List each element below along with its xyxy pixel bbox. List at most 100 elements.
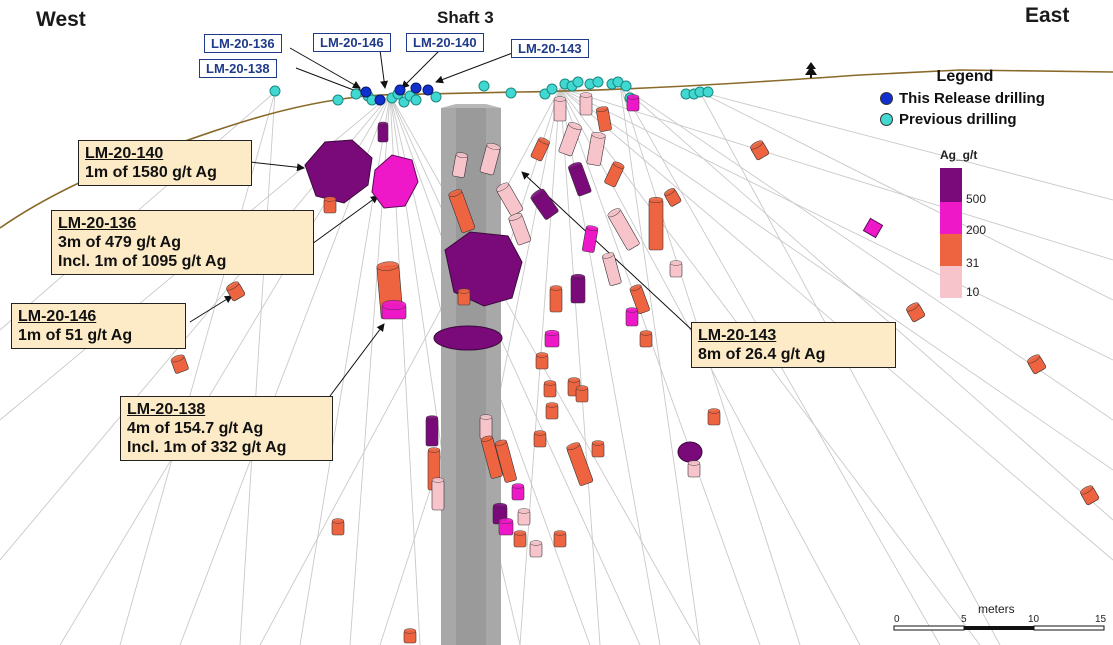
tree-icon: [805, 62, 817, 78]
intercept: [558, 122, 583, 157]
release-collar: [422, 84, 434, 96]
intercept: [575, 385, 589, 403]
intercept: [602, 252, 622, 286]
intercept: [544, 329, 560, 348]
callout-lm-20-140: LM-20-140 1m of 1580 g/t Ag: [78, 140, 252, 186]
intercept: [323, 196, 337, 214]
intercept: [533, 430, 547, 448]
intercept-cap: [545, 402, 559, 408]
legend-item-label: This Release drilling: [899, 90, 1045, 107]
intercept: [607, 208, 640, 251]
intercept: [457, 288, 471, 306]
intercept-cap: [498, 517, 514, 525]
legend: Legend This Release drilling Previous dr…: [880, 68, 1080, 128]
intercept-disc: [677, 441, 703, 463]
intercept-cap: [403, 628, 417, 634]
intercept: [687, 460, 701, 478]
intercept: [431, 477, 445, 511]
callout-title: LM-20-136: [58, 215, 137, 232]
colorbar-10: [940, 266, 962, 298]
intercept: [586, 131, 606, 166]
intercept: [639, 330, 653, 348]
west-label: West: [36, 8, 86, 31]
intercept: [513, 530, 527, 548]
scale-tick-10: 10: [1028, 614, 1040, 625]
intercept-body: [602, 254, 622, 286]
drill-trace: [619, 84, 701, 645]
intercept-cap: [529, 540, 543, 546]
intercept-block: [862, 217, 884, 239]
colorbar-title: Ag_g/t: [940, 148, 978, 162]
intercept: [604, 161, 625, 188]
shaft-3-column: [441, 104, 501, 645]
leader-line: [435, 51, 516, 84]
callout-lm-20-136: LM-20-136 3m of 479 g/t Ag Incl. 1m of 1…: [51, 210, 314, 275]
intercept-body: [586, 134, 606, 166]
intercept-cap: [669, 260, 683, 266]
colorbar-label-10: 10: [966, 285, 980, 299]
intercept-body: [431, 479, 445, 511]
intercept: [549, 285, 563, 313]
leader-line: [289, 47, 361, 89]
colorbar-label-31: 31: [966, 256, 980, 270]
intercept-cap: [427, 447, 441, 453]
intercept: [750, 140, 770, 161]
leader-line: [379, 49, 389, 89]
colorbar-500: [940, 168, 962, 202]
hole-tag-lm-20-146: LM-20-146: [313, 33, 391, 52]
colorbar-200: [940, 202, 962, 234]
intercept: [403, 628, 417, 644]
colorbar-label-200: 200: [966, 223, 987, 237]
intercept-cap: [570, 273, 586, 281]
intercept: [579, 92, 593, 116]
intercept: [591, 440, 605, 458]
intercept: [553, 530, 567, 548]
intercept-cap: [639, 330, 653, 336]
release-collar: [374, 94, 386, 106]
leader-line: [329, 323, 385, 397]
callout-title: LM-20-146: [18, 308, 97, 325]
intercept: [425, 415, 439, 447]
intercept-cap: [575, 385, 589, 391]
previous-collar: [505, 87, 517, 99]
scale-tick-0: 0: [894, 614, 900, 625]
intercept-cap: [549, 285, 563, 291]
intercept-cap: [625, 307, 639, 313]
colorbar: [940, 168, 962, 298]
previous-collar: [269, 85, 281, 97]
intercept-cap: [648, 196, 664, 204]
intercept-cap: [381, 299, 407, 311]
intercept-cap: [479, 414, 493, 420]
intercept: [331, 518, 345, 536]
previous-collar: [332, 94, 344, 106]
intercept-cap: [535, 352, 549, 358]
leader-line: [401, 49, 441, 89]
previous-collar: [546, 83, 558, 95]
previous-collar: [592, 76, 604, 88]
callout-title: LM-20-138: [127, 401, 206, 418]
intercept: [1027, 354, 1047, 375]
intercept-cap: [323, 196, 337, 202]
leader-line: [249, 161, 305, 172]
release-collar: [394, 84, 406, 96]
previous-collar: [702, 86, 714, 98]
intercept: [582, 225, 599, 253]
callout-title: LM-20-143: [698, 327, 777, 344]
intercept: [479, 414, 493, 440]
scale-tick-15: 15: [1095, 614, 1107, 625]
previous-collar: [572, 76, 584, 88]
intercept-body: [425, 417, 439, 447]
intercept-cap: [492, 502, 508, 510]
scale-unit: meters: [978, 602, 1015, 616]
hole-tag-lm-20-140: LM-20-140: [406, 33, 484, 52]
intercept-lm-20-140: [304, 139, 373, 204]
intercept-cap: [687, 460, 701, 466]
legend-item-this-release: This Release drilling: [880, 90, 1080, 107]
intercept-disc: [433, 325, 503, 351]
callout-line: 1m of 51 g/t Ag: [18, 327, 133, 344]
blue-dot-icon: [880, 92, 893, 105]
callout-line: 1m of 1580 g/t Ag: [85, 164, 217, 181]
intercept: [669, 260, 683, 278]
intercept-body: [553, 98, 567, 122]
intercept: [553, 96, 567, 122]
